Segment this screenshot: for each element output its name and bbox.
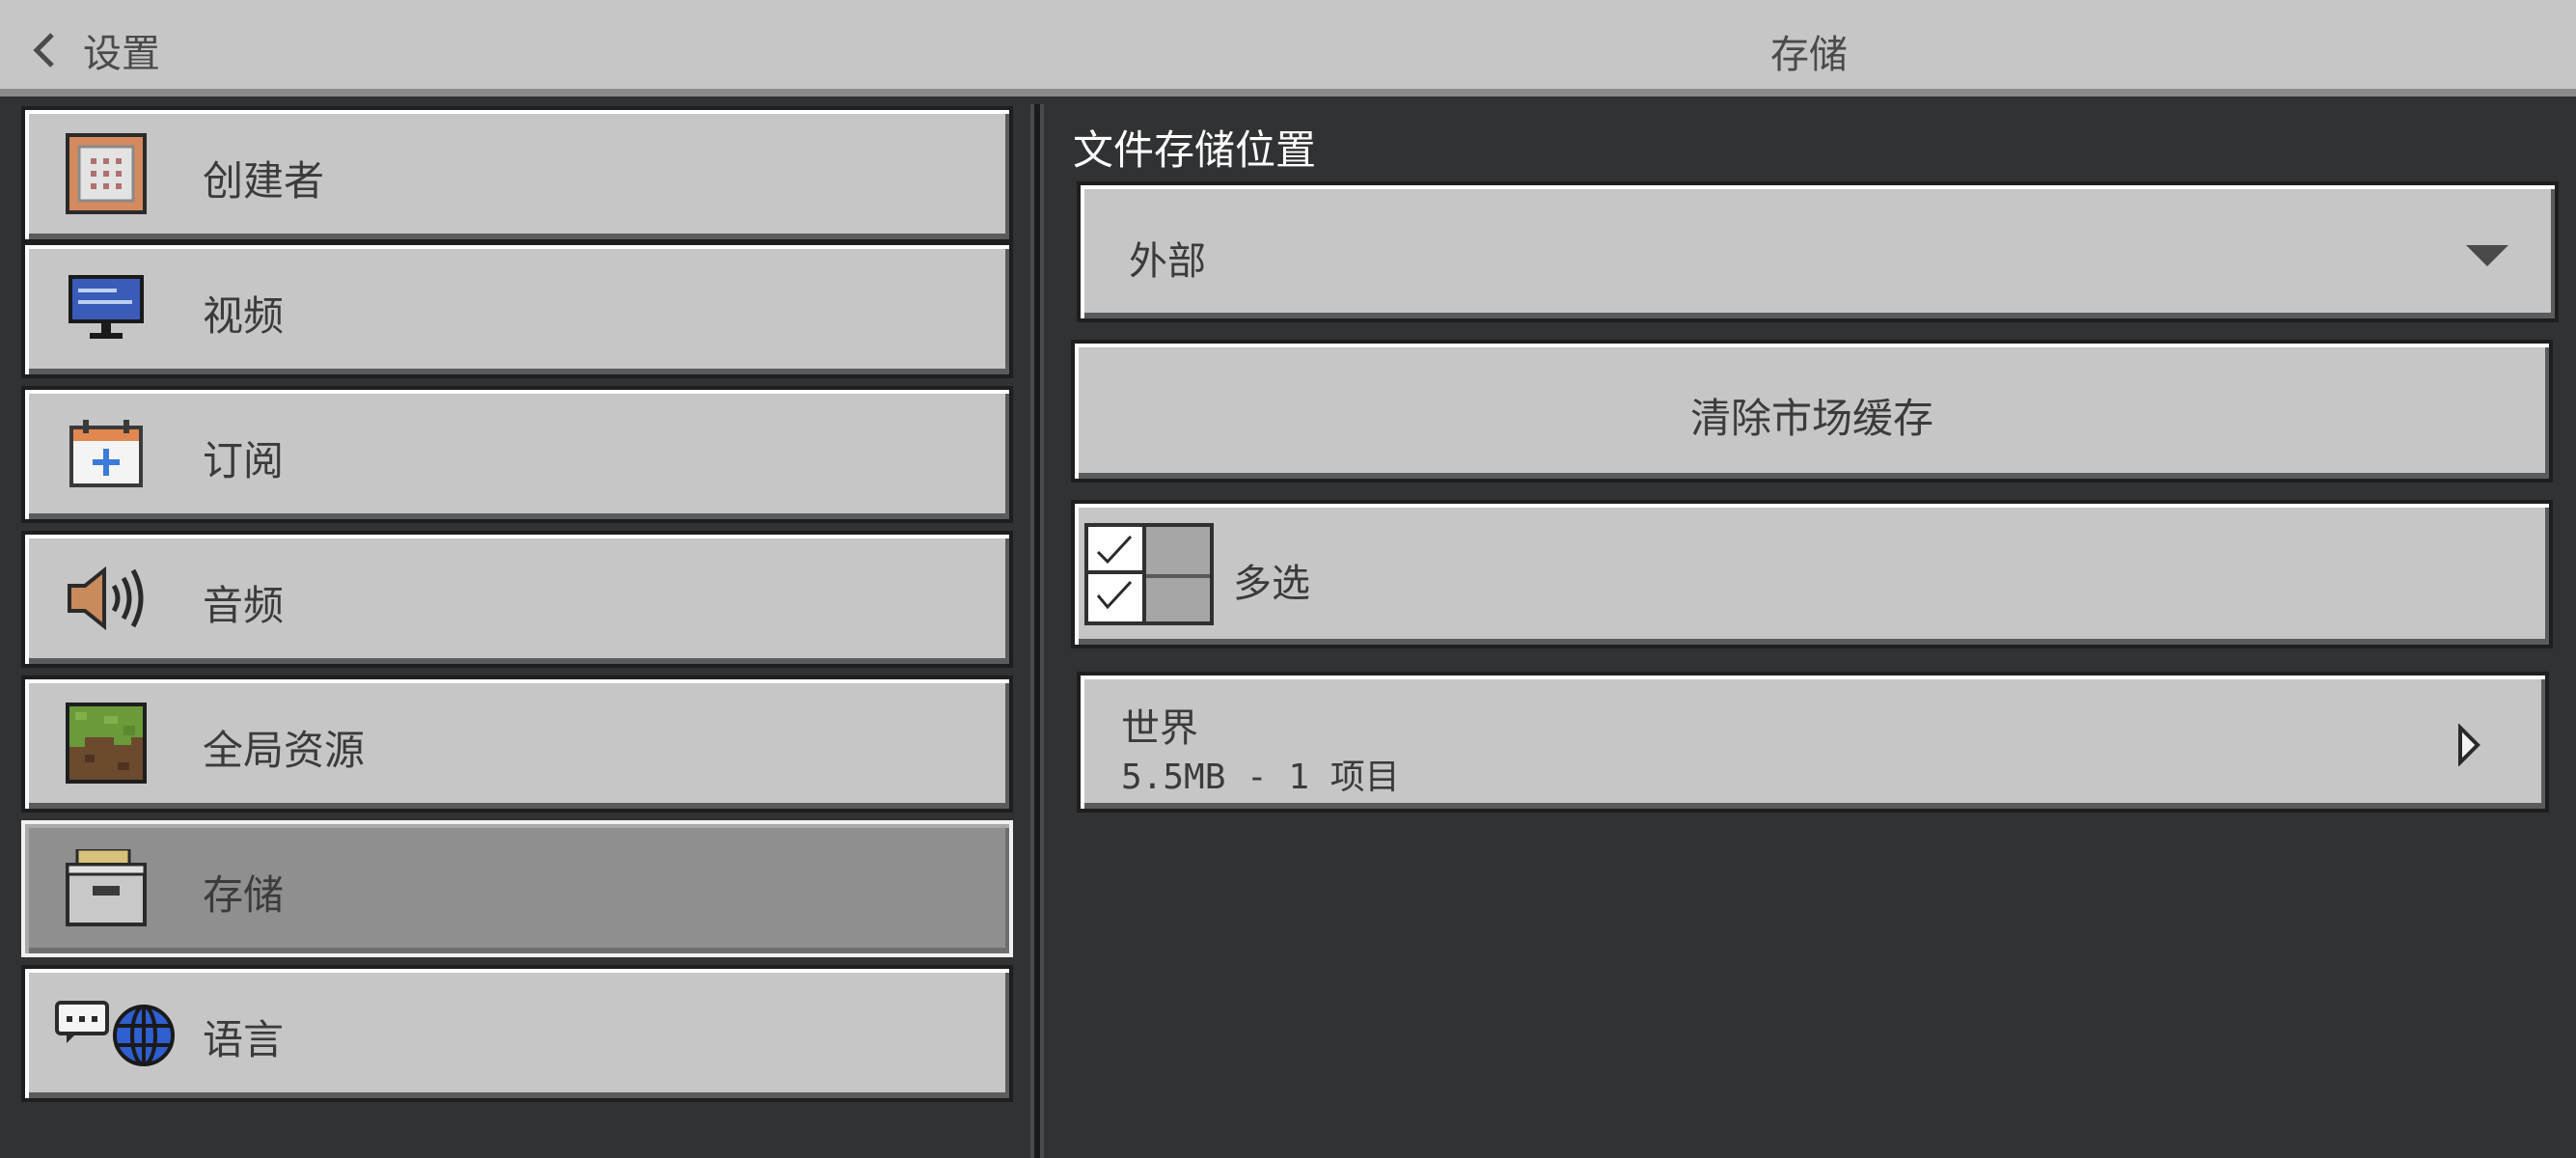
top-bar: 设置 存储	[0, 0, 2576, 96]
file-storage-location-label: 文件存储位置	[1073, 126, 1317, 174]
sidebar-item-storage[interactable]: 存储	[21, 820, 1013, 957]
sidebar-item-video[interactable]: 视频	[21, 241, 1013, 378]
panel-divider	[1030, 104, 1044, 1158]
language-globe-icon	[54, 984, 179, 1081]
command-block-icon	[58, 125, 154, 222]
back-label: 设置	[83, 32, 160, 76]
multiselect-toggle[interactable]	[1084, 523, 1214, 625]
chevron-down-icon	[2466, 245, 2508, 266]
sidebar-item-label: 存储	[203, 871, 285, 919]
clear-marketplace-cache-button[interactable]: 清除市场缓存	[1071, 340, 2553, 482]
chevron-right-icon	[2458, 724, 2480, 766]
sidebar-item-audio[interactable]: 音频	[21, 531, 1013, 668]
page-title: 存储	[1770, 33, 1848, 77]
storage-location-value: 外部	[1129, 239, 1206, 284]
speaker-icon	[58, 550, 154, 647]
sidebar-item-label: 语言	[203, 1016, 285, 1063]
settings-sidebar: 创建者 视频 订阅 音频 全局资源 存储 语言	[0, 104, 1034, 1158]
monitor-icon	[58, 261, 154, 357]
storage-location-dropdown[interactable]: 外部	[1077, 181, 2559, 322]
sidebar-item-creator[interactable]: 创建者	[21, 106, 1013, 243]
sidebar-item-global-resources[interactable]: 全局资源	[21, 676, 1013, 813]
back-button[interactable]: 设置	[27, 19, 160, 81]
sidebar-item-label: 全局资源	[203, 727, 366, 774]
storage-box-icon	[58, 840, 154, 936]
sidebar-item-label: 音频	[203, 582, 285, 629]
checkmark-icon	[1088, 527, 1146, 574]
subscription-calendar-icon	[58, 405, 154, 502]
sidebar-item-label: 视频	[203, 292, 285, 340]
world-category-name: 世界	[1121, 706, 1198, 751]
sidebar-item-label: 创建者	[203, 157, 325, 205]
toggle-divider	[1146, 574, 1210, 578]
worlds-storage-row[interactable]: 世界 5.5MB - 1 项目	[1077, 672, 2549, 813]
sidebar-item-language[interactable]: 语言	[21, 965, 1013, 1102]
grass-block-icon	[58, 695, 154, 791]
sidebar-item-label: 订阅	[203, 437, 285, 484]
world-storage-size: 5.5MB - 1 项目	[1121, 758, 1400, 797]
multiselect-toggle-row[interactable]: 多选	[1071, 500, 2553, 648]
multiselect-label: 多选	[1233, 562, 1310, 606]
sidebar-item-subscription[interactable]: 订阅	[21, 386, 1013, 523]
chevron-left-icon	[33, 33, 54, 68]
checkmark-icon	[1088, 574, 1146, 621]
clear-cache-label: 清除市场缓存	[1689, 395, 1933, 442]
